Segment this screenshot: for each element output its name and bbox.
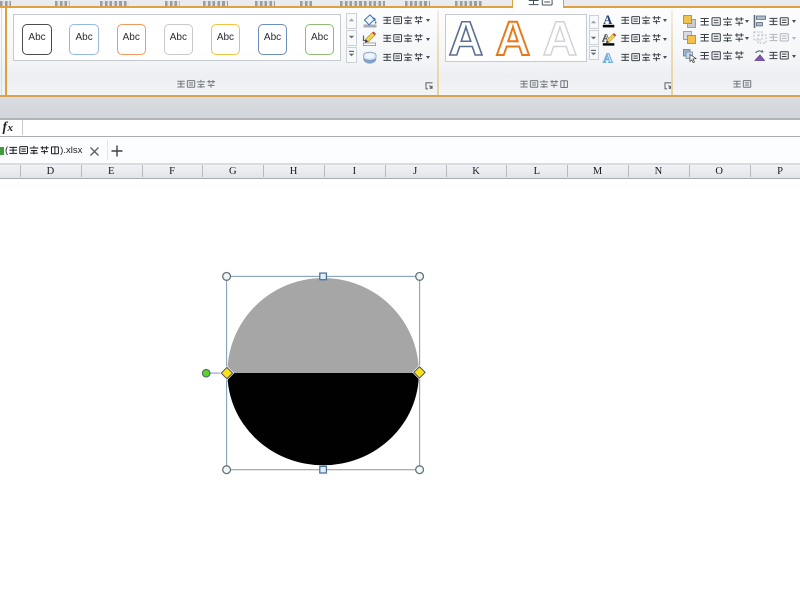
svg-text:A: A [603, 50, 613, 65]
svg-text:A: A [603, 13, 612, 27]
